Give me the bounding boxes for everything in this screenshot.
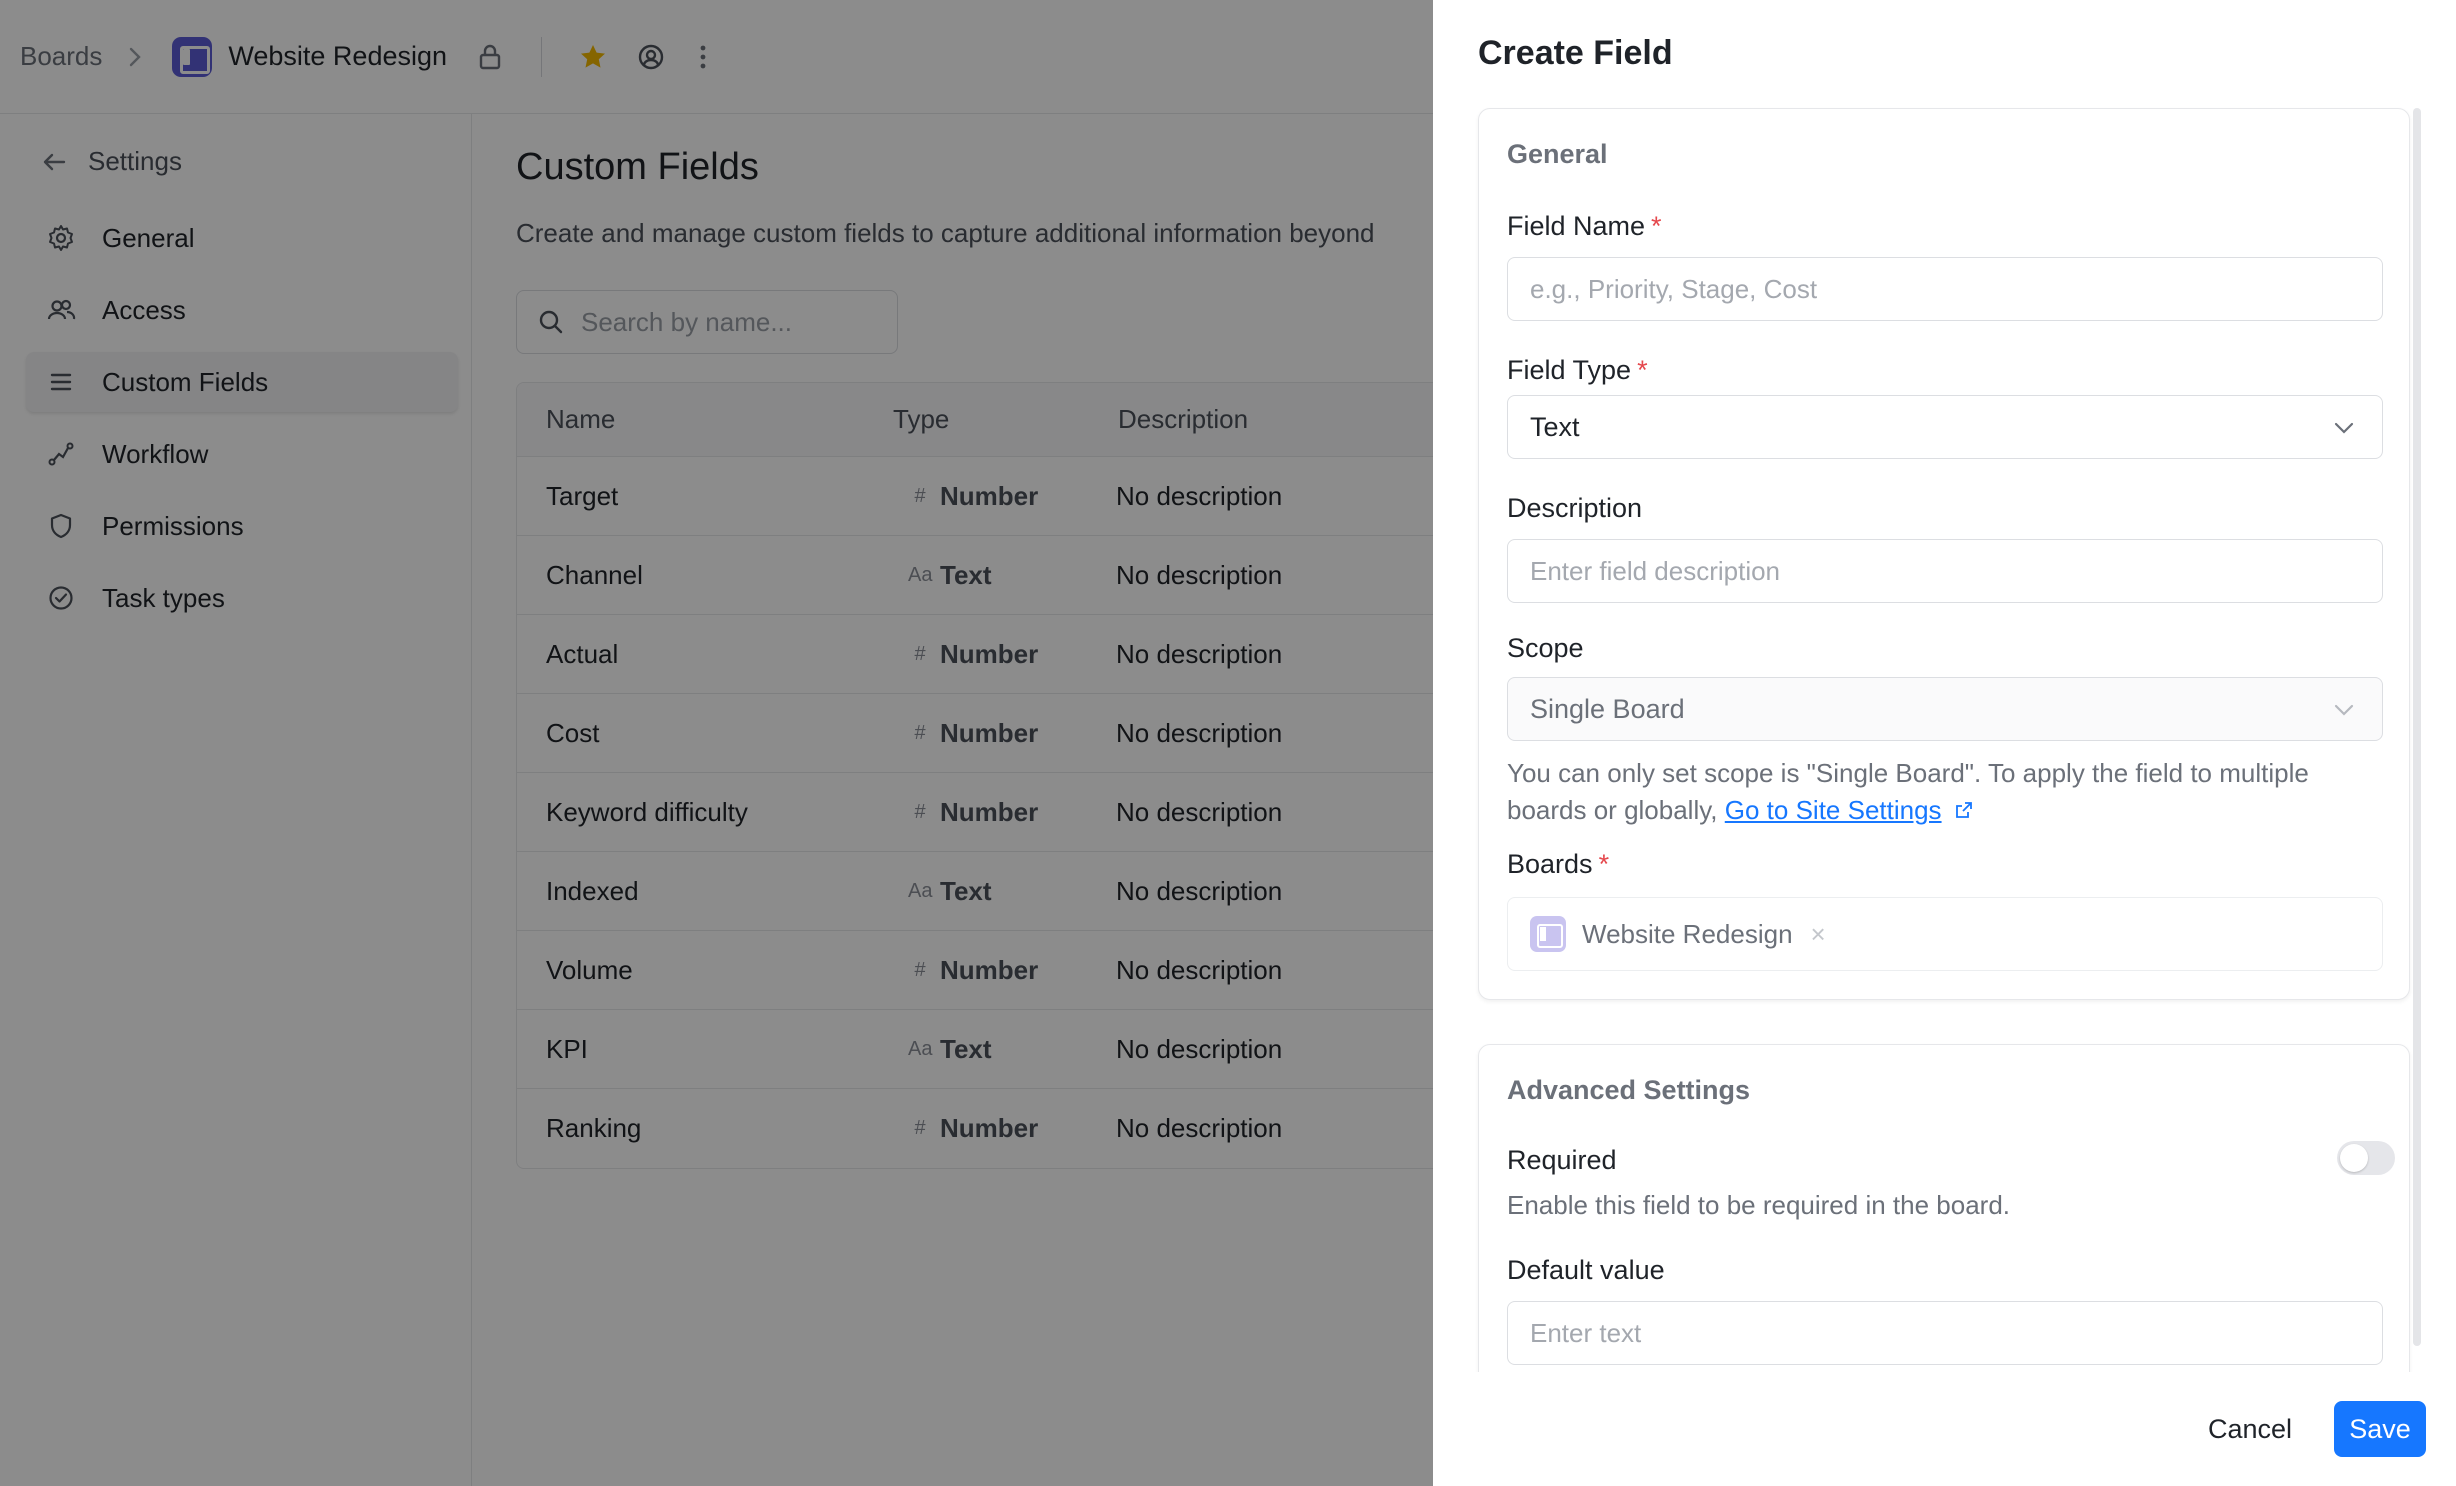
required-asterisk: * — [1598, 849, 1610, 879]
field-name-input-wrapper — [1507, 257, 2383, 321]
default-value-input[interactable] — [1530, 1317, 2350, 1349]
required-help-text: Enable this field to be required in the … — [1507, 1190, 2011, 1220]
create-field-drawer: Create Field General Field Name* Field T… — [1433, 0, 2456, 1486]
site-settings-link[interactable]: Go to Site Settings — [1725, 795, 1942, 825]
field-name-label: Field Name * — [1507, 211, 1662, 242]
board-chip: Website Redesign × — [1530, 916, 1826, 952]
field-type-select[interactable]: Text — [1507, 395, 2383, 459]
chevron-down-icon — [2334, 422, 2354, 434]
general-section-title: General — [1507, 139, 1608, 169]
default-value-label: Default value — [1507, 1255, 1665, 1285]
drawer-body: General Field Name* Field Type* Text Des… — [1433, 100, 2456, 1372]
scope-help-text: You can only set scope is "Single Board"… — [1507, 755, 2387, 829]
save-button[interactable]: Save — [2334, 1401, 2426, 1457]
general-section: General Field Name* Field Type* Text Des… — [1478, 108, 2410, 1000]
field-name-label-text: Field Name — [1507, 211, 1646, 241]
field-type-label-text: Field Type — [1507, 355, 1632, 385]
boards-select[interactable]: Website Redesign × — [1507, 897, 2383, 971]
drawer-scrollbar[interactable] — [2413, 108, 2421, 1346]
field-type-value: Text — [1530, 411, 1580, 442]
external-link-icon[interactable] — [1953, 799, 1975, 821]
boards-label: Boards * — [1507, 849, 1609, 880]
description-label: Description — [1507, 493, 1643, 523]
field-type-label: Field Type * — [1507, 355, 1648, 386]
drawer-footer: Cancel Save — [1433, 1372, 2456, 1486]
description-input-wrapper — [1507, 539, 2383, 603]
board-logo-icon — [1530, 916, 1566, 952]
drawer-title: Create Field — [1478, 34, 1673, 72]
chevron-down-icon — [2334, 704, 2354, 716]
close-icon[interactable]: × — [1811, 919, 1826, 950]
advanced-settings-section: Advanced Settings Required Enable this f… — [1478, 1044, 2410, 1372]
description-input[interactable] — [1530, 555, 2350, 587]
required-toggle[interactable] — [2337, 1141, 2395, 1175]
scope-select[interactable]: Single Board — [1507, 677, 2383, 741]
advanced-section-title: Advanced Settings — [1507, 1075, 1751, 1105]
scope-label: Scope — [1507, 633, 1584, 663]
scope-value: Single Board — [1530, 693, 1685, 724]
required-label: Required — [1507, 1145, 1617, 1175]
boards-label-text: Boards — [1507, 849, 1593, 879]
cancel-button[interactable]: Cancel — [2196, 1404, 2304, 1455]
required-asterisk: * — [1651, 211, 1662, 241]
field-name-input[interactable] — [1530, 273, 2350, 305]
modal-overlay[interactable] — [0, 0, 1433, 1486]
board-chip-label: Website Redesign — [1582, 918, 1793, 949]
default-value-input-wrapper — [1507, 1301, 2383, 1365]
required-asterisk: * — [1637, 355, 1648, 385]
